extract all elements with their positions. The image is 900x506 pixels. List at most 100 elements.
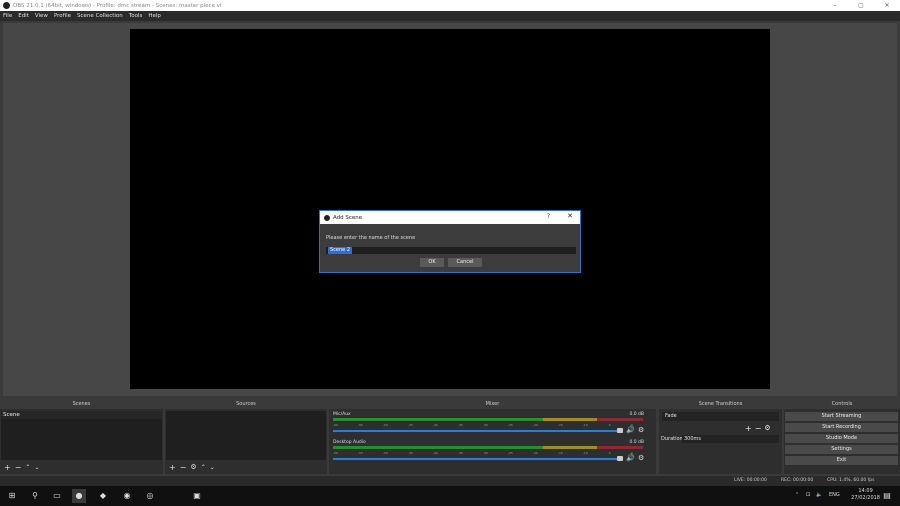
- menu-bar: File Edit View Profile Scene Collection …: [0, 11, 900, 21]
- dialog-title-bar: Add Scene ? ✕: [320, 211, 580, 224]
- windows-taskbar: ⊞ ⚲ ▭ ● ◆ ◉ ◎ ▣ ⌃ ⊡ 🔈 ENG 14:09 27/02/20…: [0, 486, 900, 506]
- browser-icon[interactable]: ◎: [143, 489, 157, 503]
- gear-icon[interactable]: ⚙: [638, 454, 644, 462]
- meter-ticks: -60 -55 -50 -45 -40 -35 -30 -25 -20 -15 -10 -5 0: [333, 423, 633, 427]
- sources-dock: Sources + − ⚙ ⌃ ⌄: [165, 400, 327, 474]
- volume-slider[interactable]: [333, 458, 618, 460]
- menu-view[interactable]: View: [35, 13, 48, 19]
- controls-dock: Controls Start Streaming Start Recording…: [784, 400, 900, 474]
- sources-list[interactable]: [166, 411, 326, 460]
- speaker-icon[interactable]: 🔊: [626, 454, 635, 462]
- help-button[interactable]: ?: [547, 213, 550, 220]
- volume-meter: [333, 418, 649, 421]
- clock-date: 27/02/2018: [851, 495, 880, 501]
- menu-tools[interactable]: Tools: [129, 13, 143, 19]
- menu-profile[interactable]: Profile: [54, 13, 71, 19]
- volume-slider[interactable]: [333, 430, 618, 432]
- channel-db: 0.0 dB: [629, 412, 644, 417]
- duration-input[interactable]: 300ms: [682, 435, 779, 443]
- remove-icon[interactable]: −: [180, 463, 187, 472]
- channel-db: 0.0 dB: [629, 440, 644, 445]
- status-bar: LIVE: 00:00:00 REC: 00:00:00 CPU: 1.4%, …: [0, 476, 900, 486]
- channel-name: Desktop Audio: [333, 440, 366, 445]
- scenes-list[interactable]: Scene: [1, 411, 162, 460]
- window-controls: – ▢ ✕: [822, 0, 900, 11]
- studio-mode-button[interactable]: Studio Mode: [785, 434, 898, 443]
- meter-ticks: -60 -55 -50 -45 -40 -35 -30 -25 -20 -15 -10 -5 0: [333, 451, 633, 455]
- transitions-header: Scene Transitions: [659, 400, 782, 409]
- mixer-channel-desktop: Desktop Audio 0.0 dB -60 -55 -50 -45 -40 -35-…: [332, 440, 650, 468]
- menu-edit[interactable]: Edit: [18, 13, 29, 19]
- window-title: OBS 21.0.1 (64bit, windows) - Profile: d…: [13, 2, 222, 9]
- search-icon[interactable]: ⚲: [28, 489, 42, 503]
- scene-transitions-dock: Scene Transitions Fade + − ⚙ Duration 30…: [659, 400, 782, 474]
- duration-label: Duration: [661, 436, 683, 442]
- obs-app-icon: [324, 214, 330, 221]
- mixer-dock: Mixer Mic/Aux 0.0 dB -60 -55 -50 -45 -40 -35-…: [329, 400, 656, 474]
- transition-select[interactable]: Fade: [662, 412, 779, 421]
- close-button[interactable]: ✕: [874, 0, 900, 11]
- menu-help[interactable]: Help: [148, 13, 161, 19]
- task-view-icon[interactable]: ▭: [50, 489, 64, 503]
- obs-app-icon: [3, 2, 10, 9]
- app-icon[interactable]: ◉: [120, 489, 134, 503]
- taskbar-clock[interactable]: 14:09 27/02/2018: [851, 488, 880, 502]
- maximize-button[interactable]: ▢: [848, 0, 874, 11]
- obs-taskbar-icon[interactable]: ●: [72, 489, 86, 503]
- controls-header: Controls: [784, 400, 900, 409]
- volume-slider-handle[interactable]: [617, 456, 623, 461]
- window-icon[interactable]: ▣: [190, 489, 204, 503]
- move-down-icon[interactable]: ⌄: [34, 463, 39, 472]
- add-icon[interactable]: +: [745, 424, 752, 433]
- cpu-status: CPU: 1.4%, 60.00 fps: [827, 478, 875, 483]
- menu-scene-collection[interactable]: Scene Collection: [77, 13, 123, 19]
- add-scene-dialog: Add Scene ? ✕ Please enter the name of t…: [319, 210, 581, 273]
- speaker-icon[interactable]: 🔊: [626, 426, 635, 434]
- clock-time: 14:09: [858, 488, 873, 494]
- preview-canvas[interactable]: [130, 29, 770, 389]
- exit-button[interactable]: Exit: [785, 456, 898, 465]
- transition-toolbar: + − ⚙: [745, 424, 771, 433]
- steam-icon[interactable]: ◆: [96, 489, 110, 503]
- windows-start-icon[interactable]: ⊞: [5, 489, 19, 503]
- volume-slider-handle[interactable]: [617, 428, 623, 433]
- dialog-title: Add Scene: [333, 214, 363, 221]
- scene-name-value: Scene 2: [328, 247, 353, 254]
- remove-icon[interactable]: −: [15, 463, 22, 472]
- dialog-prompt: Please enter the name of the scene: [326, 235, 416, 241]
- mixer-header: Mixer: [329, 400, 656, 409]
- menu-file[interactable]: File: [3, 13, 12, 19]
- gear-icon[interactable]: ⚙: [190, 463, 196, 472]
- minimize-button[interactable]: –: [822, 0, 848, 11]
- gear-icon[interactable]: ⚙: [764, 424, 770, 433]
- volume-icon[interactable]: 🔈: [816, 492, 822, 498]
- live-status: LIVE: 00:00:00: [734, 478, 767, 483]
- add-icon[interactable]: +: [4, 463, 11, 472]
- title-bar: OBS 21.0.1 (64bit, windows) - Profile: d…: [0, 0, 900, 11]
- sources-header: Sources: [165, 400, 327, 409]
- start-recording-button[interactable]: Start Recording: [785, 423, 898, 432]
- network-icon[interactable]: ⊡: [806, 492, 810, 498]
- ok-button[interactable]: OK: [420, 258, 444, 267]
- settings-button[interactable]: Settings: [785, 445, 898, 454]
- channel-name: Mic/Aux: [333, 412, 351, 417]
- move-up-icon[interactable]: ⌃: [25, 463, 30, 472]
- mixer-channel-mic: Mic/Aux 0.0 dB -60 -55 -50 -45 -40 -35 -30 -25-…: [332, 412, 650, 440]
- dialog-close-button[interactable]: ✕: [567, 212, 573, 220]
- start-streaming-button[interactable]: Start Streaming: [785, 412, 898, 421]
- language-indicator[interactable]: ENG: [829, 492, 840, 498]
- scenes-toolbar: + − ⌃ ⌄: [4, 463, 39, 472]
- remove-icon[interactable]: −: [755, 424, 762, 433]
- scene-name-input[interactable]: Scene 2: [326, 247, 576, 254]
- add-icon[interactable]: +: [169, 463, 176, 472]
- scenes-header: Scenes: [0, 400, 163, 409]
- cancel-button[interactable]: Cancel: [448, 258, 482, 267]
- gear-icon[interactable]: ⚙: [638, 426, 644, 434]
- notifications-icon[interactable]: ▤: [880, 489, 894, 503]
- list-item[interactable]: Scene: [1, 411, 162, 419]
- tray-chevron-icon[interactable]: ⌃: [795, 492, 799, 498]
- move-up-icon[interactable]: ⌃: [201, 463, 206, 472]
- move-down-icon[interactable]: ⌄: [210, 463, 215, 472]
- sources-toolbar: + − ⚙ ⌃ ⌄: [169, 463, 215, 472]
- scenes-dock: Scenes Scene + − ⌃ ⌄: [0, 400, 163, 474]
